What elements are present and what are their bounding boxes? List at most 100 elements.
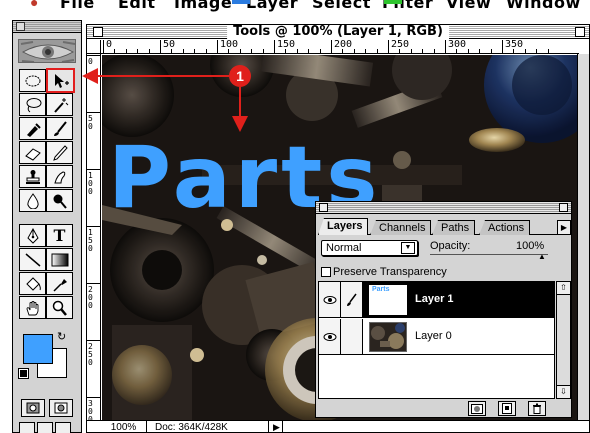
dodge-tool-button[interactable] bbox=[46, 189, 73, 212]
rubber-stamp-tool-button[interactable] bbox=[19, 165, 46, 188]
airbrush-tool-button[interactable] bbox=[19, 117, 46, 140]
gradient-tool-button[interactable] bbox=[46, 248, 73, 271]
opacity-slider-track[interactable] bbox=[430, 254, 548, 255]
ruler-major-tick bbox=[87, 340, 100, 341]
screen-mode-full-button[interactable] bbox=[55, 422, 71, 433]
scroll-up-arrow-icon[interactable]: ⇧ bbox=[557, 282, 570, 295]
layers-list-scrollbar[interactable]: ⇧ ⇩ bbox=[556, 281, 571, 399]
ruler-major-tick bbox=[217, 40, 218, 53]
smudge-tool-button[interactable] bbox=[46, 165, 73, 188]
document-zoom-box[interactable] bbox=[575, 27, 585, 37]
ruler-origin[interactable] bbox=[87, 40, 101, 54]
document-title: Tools @ 100% (Layer 1, RGB) bbox=[227, 25, 449, 40]
pen-tool-button[interactable] bbox=[19, 224, 46, 247]
preserve-transparency-checkbox[interactable] bbox=[321, 267, 331, 277]
apple-menu-icon[interactable]: ● bbox=[30, 0, 38, 10]
add-mask-button[interactable] bbox=[468, 401, 486, 416]
menu-view[interactable]: View bbox=[446, 0, 491, 12]
tab-paths[interactable]: Paths bbox=[432, 220, 476, 235]
standard-mode-button[interactable] bbox=[21, 399, 45, 417]
dropdown-arrow-icon: ▼ bbox=[401, 242, 415, 254]
screen-mode-menubar-button[interactable] bbox=[37, 422, 53, 433]
layer-row-layer-0[interactable]: Layer 0 bbox=[319, 319, 554, 355]
foreground-color-swatch[interactable] bbox=[23, 334, 53, 364]
document-vertical-scrollbar[interactable] bbox=[577, 54, 589, 420]
layers-palette-zoom-box[interactable] bbox=[559, 203, 568, 212]
blend-mode-value: Normal bbox=[326, 242, 362, 254]
vertical-ruler[interactable]: 050100150200250300 bbox=[87, 54, 101, 424]
preserve-transparency-option[interactable]: Preserve Transparency bbox=[321, 266, 447, 278]
move-tool-button[interactable] bbox=[46, 68, 75, 93]
tab-actions[interactable]: Actions bbox=[479, 220, 531, 235]
layer-name: Layer 1 bbox=[415, 293, 454, 305]
ruler-major-tick bbox=[502, 40, 503, 53]
tab-layers[interactable]: Layers bbox=[318, 218, 369, 235]
eyedropper-tool-button[interactable] bbox=[46, 272, 73, 295]
line-tool-button[interactable] bbox=[19, 248, 46, 271]
quick-mask-mode-button[interactable] bbox=[49, 399, 73, 417]
zoom-tool-button[interactable] bbox=[46, 296, 73, 319]
ruler-major-tick bbox=[274, 40, 275, 53]
menu-select[interactable]: Select bbox=[312, 0, 371, 12]
paintbrush-tool-button[interactable] bbox=[46, 117, 73, 140]
menu-window[interactable]: Window bbox=[506, 0, 581, 12]
layer-visibility-toggle[interactable] bbox=[319, 319, 341, 354]
type-t-icon: T bbox=[53, 226, 66, 245]
paintbrush-icon bbox=[53, 120, 67, 136]
eraser-tool-button[interactable] bbox=[19, 141, 46, 164]
pen-nib-icon bbox=[26, 227, 39, 244]
zoom-level-field[interactable]: 100% bbox=[101, 421, 147, 432]
screen-mode-standard-button[interactable] bbox=[19, 422, 35, 433]
ellipse-marquee-icon bbox=[25, 75, 40, 86]
blur-tool-button[interactable] bbox=[19, 189, 46, 212]
layer-edit-toggle[interactable] bbox=[341, 282, 363, 317]
menu-image[interactable]: Image bbox=[174, 0, 232, 12]
delete-layer-button[interactable] bbox=[528, 401, 546, 416]
new-layer-button[interactable] bbox=[498, 401, 516, 416]
ruler-minor-tick bbox=[433, 49, 435, 53]
layer-edit-toggle[interactable] bbox=[341, 319, 363, 354]
magic-wand-tool-button[interactable] bbox=[46, 93, 73, 116]
menu-file[interactable]: File bbox=[60, 0, 95, 12]
type-tool-button[interactable]: T bbox=[46, 224, 73, 247]
ruler-minor-tick bbox=[479, 49, 481, 53]
ruler-major-tick bbox=[87, 226, 100, 227]
ruler-minor-tick bbox=[524, 49, 526, 53]
paint-bucket-icon bbox=[25, 276, 41, 291]
photoshop-eye-logo[interactable] bbox=[18, 39, 76, 63]
layers-palette-close-box[interactable] bbox=[319, 203, 328, 212]
toolbox-close-box[interactable] bbox=[16, 22, 25, 31]
horizontal-ruler[interactable]: 0 50 100 150 200 250 300 350 bbox=[101, 39, 579, 54]
document-size-info: Doc: 364K/428K bbox=[149, 421, 269, 432]
lasso-tool-button[interactable] bbox=[19, 93, 46, 116]
layers-palette-titlebar[interactable] bbox=[316, 202, 571, 214]
ruler-minor-tick bbox=[353, 49, 355, 53]
status-menu-arrow-icon[interactable]: ▶ bbox=[271, 421, 283, 432]
swap-colors-icon[interactable]: ↻ bbox=[57, 330, 66, 343]
tab-channels[interactable]: Channels bbox=[370, 220, 432, 235]
layer-mask-icon bbox=[471, 403, 483, 414]
water-drop-icon bbox=[26, 192, 39, 209]
ruler-label: 50 bbox=[88, 114, 93, 131]
ruler-minor-tick bbox=[251, 49, 253, 53]
opacity-slider-thumb[interactable]: ▲ bbox=[538, 252, 546, 261]
document-close-box[interactable] bbox=[93, 27, 103, 37]
marquee-tool-button[interactable] bbox=[19, 69, 46, 92]
blend-mode-select[interactable]: Normal ▼ bbox=[321, 240, 418, 256]
document-status-bar: 100% Doc: 364K/428K ▶ bbox=[87, 420, 589, 432]
opacity-value[interactable]: 100% bbox=[516, 240, 544, 252]
ruler-minor-tick bbox=[125, 49, 127, 53]
menu-edit[interactable]: Edit bbox=[118, 0, 156, 12]
hand-tool-button[interactable] bbox=[19, 296, 46, 319]
toolbox-titlebar[interactable] bbox=[13, 21, 81, 33]
paint-bucket-tool-button[interactable] bbox=[19, 272, 46, 295]
palette-menu-arrow-icon[interactable]: ▶ bbox=[557, 220, 571, 235]
layer-row-layer-1[interactable]: Parts Layer 1 bbox=[319, 282, 554, 318]
pencil-tool-button[interactable] bbox=[46, 141, 73, 164]
document-titlebar[interactable]: Tools @ 100% (Layer 1, RGB) bbox=[87, 25, 589, 40]
layer-1-thumbnail: Parts bbox=[369, 285, 407, 315]
layer-visibility-toggle[interactable] bbox=[319, 282, 341, 317]
scroll-down-arrow-icon[interactable]: ⇩ bbox=[557, 385, 570, 398]
default-colors-icon[interactable] bbox=[18, 368, 29, 379]
menu-layer[interactable]: Layer bbox=[246, 0, 298, 12]
